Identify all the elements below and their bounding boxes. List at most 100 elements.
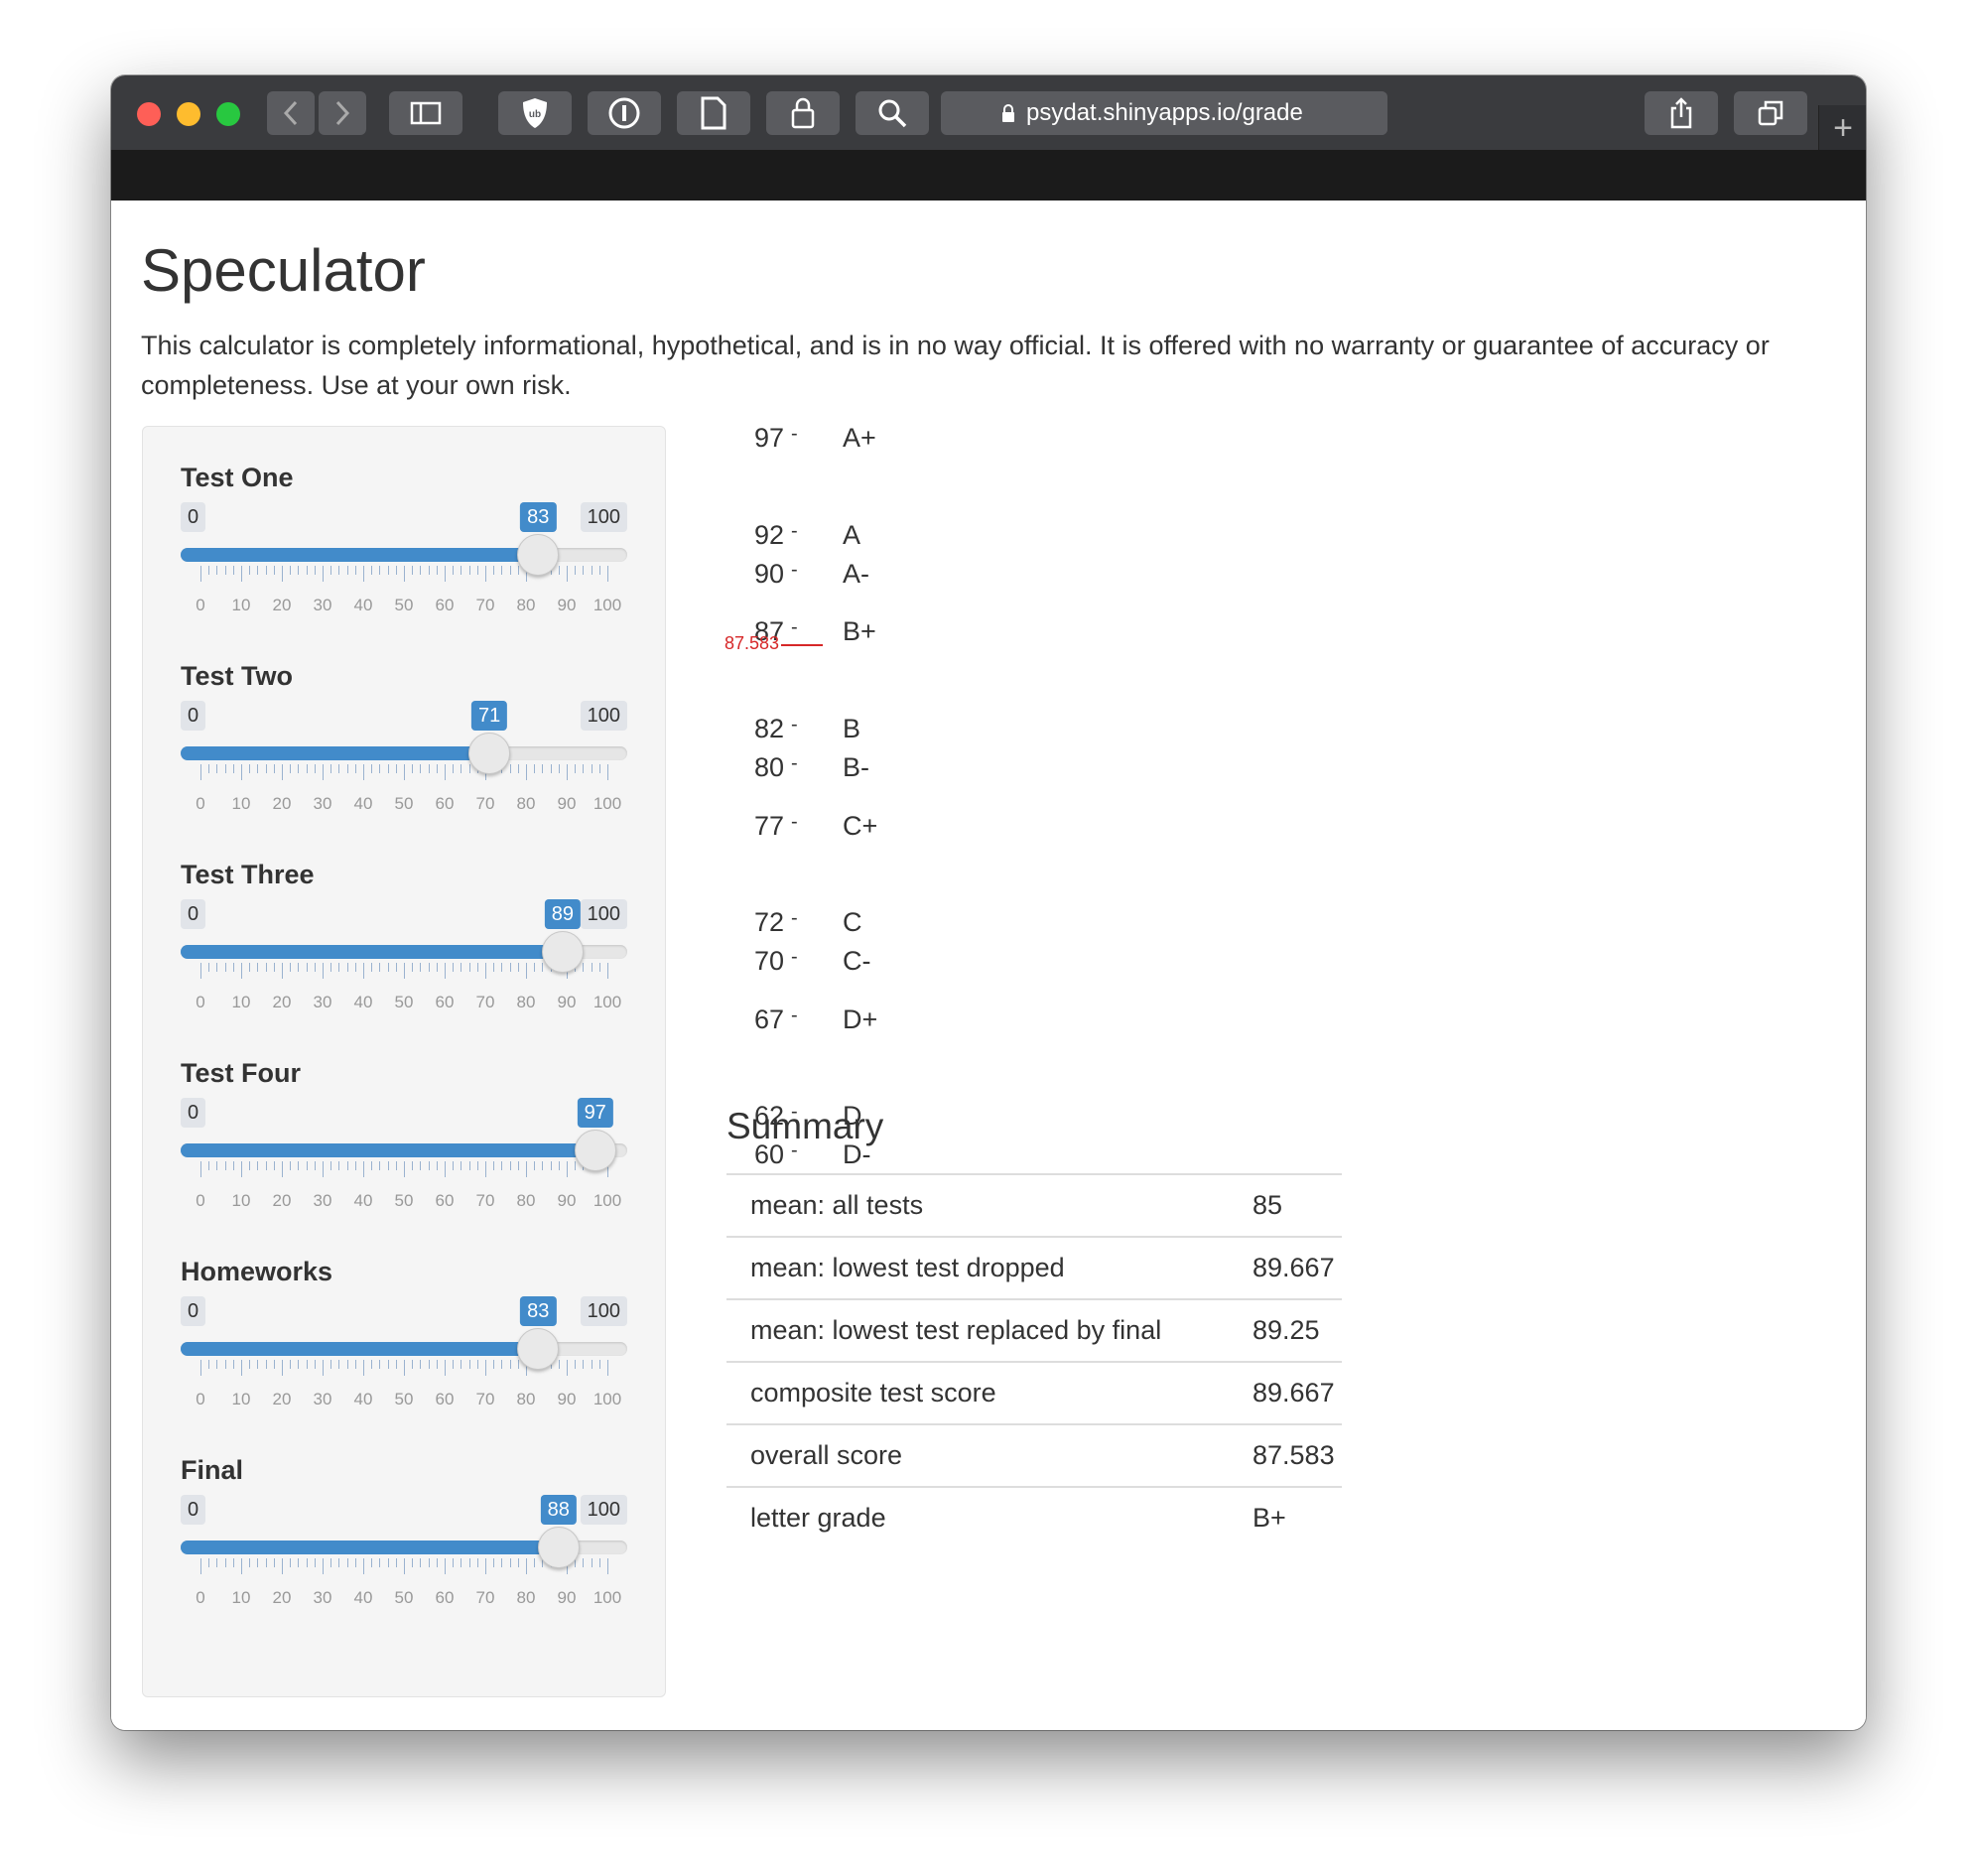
tab-overview-button[interactable]: [1734, 91, 1807, 135]
slider-tick: [453, 1558, 455, 1567]
slider-tick-label: 90: [557, 1191, 577, 1210]
slider-tick: [412, 1161, 414, 1170]
minimize-window-button[interactable]: [177, 102, 200, 126]
slider-tick: [200, 1558, 201, 1574]
slider-tick: [412, 1360, 414, 1369]
slider-tick: [420, 1360, 422, 1369]
slider-tick: [575, 1161, 577, 1170]
slider-tick: [282, 1558, 283, 1574]
slider-tick: [306, 764, 308, 773]
slider-tick: [224, 1360, 226, 1369]
slider-tick-label: 90: [557, 1588, 577, 1607]
slider-tick: [298, 764, 300, 773]
share-button[interactable]: [1645, 91, 1718, 135]
slider-tick: [575, 764, 577, 773]
slider-tick: [282, 764, 283, 780]
slider-tick-label: 40: [353, 1191, 373, 1210]
slider-tick: [208, 1360, 210, 1369]
slider-tick-label: 0: [196, 596, 205, 614]
slider-tick: [249, 1161, 251, 1170]
slider-tick: [493, 963, 495, 972]
slider-handle[interactable]: [574, 1130, 616, 1171]
slider-handle[interactable]: [517, 534, 560, 576]
grade-cutoff: 82: [754, 714, 785, 743]
slider-tick: [323, 764, 324, 780]
grade-cutoff: 77: [754, 811, 785, 841]
grade-cutoff: 70: [754, 946, 785, 976]
slider-tick: [387, 566, 389, 575]
slider-tick: [216, 963, 218, 972]
search-extension-button[interactable]: [856, 91, 929, 135]
slider-tick: [314, 963, 316, 972]
grade-tick-mark: -: [791, 1005, 798, 1026]
slider-fill: [181, 548, 539, 562]
slider-tick: [395, 566, 397, 575]
slider-tick: [224, 1558, 226, 1567]
slider-tick: [224, 566, 226, 575]
slider-tick: [412, 963, 414, 972]
grade-letter: C+: [843, 811, 878, 841]
slider-tick: [354, 566, 356, 575]
slider-handle[interactable]: [468, 733, 511, 774]
slider-tick: [436, 963, 438, 972]
zoom-window-button[interactable]: [216, 102, 240, 126]
sidebar-toggle-button[interactable]: [389, 91, 462, 135]
close-window-button[interactable]: [137, 102, 161, 126]
password-extension-button[interactable]: [588, 91, 661, 135]
slider-handle[interactable]: [541, 931, 584, 973]
slider-tick: [428, 1161, 430, 1170]
reader-extension-button[interactable]: [677, 91, 750, 135]
address-bar[interactable]: psydat.shinyapps.io/grade: [941, 91, 1387, 135]
slider-tick: [591, 566, 593, 575]
slider-test-three: Test Three 0 89 100 0 10 20 30 40 50 60 70 80 90 100: [181, 860, 627, 1038]
forward-button[interactable]: [319, 91, 366, 135]
grade-tick-mark: -: [791, 616, 798, 638]
slider-tick: [485, 1360, 486, 1376]
slider-tick: [208, 566, 210, 575]
slider-tick: [501, 566, 503, 575]
slider-tick-label: 60: [435, 794, 455, 813]
slider-value: 83: [520, 502, 557, 532]
slider-tick-label: 60: [435, 1390, 455, 1408]
ublock-extension-button[interactable]: ub: [498, 91, 572, 135]
slider-tick: [346, 963, 348, 972]
slider-tick: [501, 1360, 503, 1369]
slider-tick-label: 10: [231, 993, 251, 1011]
slider-tick-label: 70: [475, 596, 495, 614]
slider-fill: [181, 746, 490, 760]
summary-label: overall score: [726, 1423, 1252, 1487]
slider-tick: [509, 1360, 511, 1369]
slider-fill: [181, 1342, 539, 1356]
slider-tick: [371, 963, 373, 972]
slider-tick: [338, 566, 340, 575]
slider-tick: [436, 566, 438, 575]
slider-tick-label: 60: [435, 1191, 455, 1210]
summary-row: overall score 87.583: [726, 1423, 1342, 1487]
slider-tick: [476, 566, 478, 575]
slider-tick: [567, 566, 568, 582]
slider-tick: [404, 1360, 405, 1376]
slider-handle[interactable]: [517, 1328, 560, 1370]
slider-tick: [575, 1360, 577, 1369]
slider-tick: [354, 764, 356, 773]
slider-tick: [517, 963, 519, 972]
new-tab-button[interactable]: +: [1818, 105, 1866, 151]
slider-tick-label: 40: [353, 1588, 373, 1607]
sidebar-icon: [410, 101, 442, 125]
grade-tick-mark: -: [791, 752, 798, 774]
slider-tick: [224, 963, 226, 972]
slider-tick: [476, 1360, 478, 1369]
slider-tick-label: 90: [557, 993, 577, 1011]
slider-tick: [314, 1161, 316, 1170]
svg-text:ub: ub: [529, 109, 541, 120]
slider-tick: [323, 566, 324, 582]
slider-tick: [273, 566, 275, 575]
slider-tick: [363, 1360, 364, 1376]
lock-extension-button[interactable]: [766, 91, 840, 135]
slider-tick: [598, 1558, 600, 1567]
slider-handle[interactable]: [537, 1527, 580, 1568]
slider-tick: [363, 764, 364, 780]
slider-tick: [282, 1161, 283, 1177]
slider-tick-label: 80: [516, 596, 536, 614]
back-button[interactable]: [267, 91, 315, 135]
